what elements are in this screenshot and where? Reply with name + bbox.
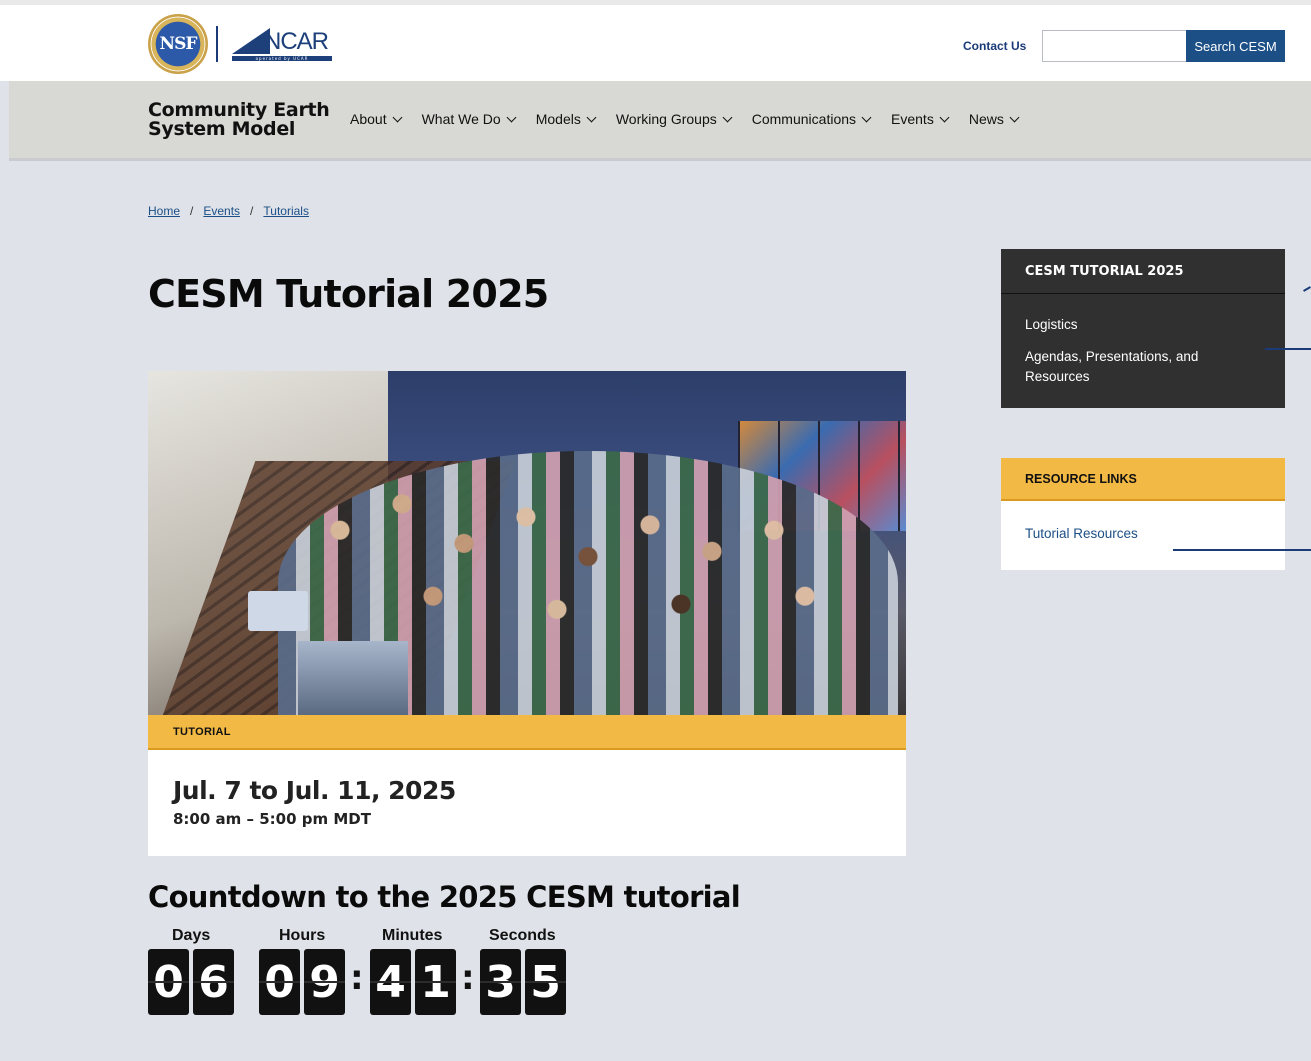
chevron-down-icon: [1009, 112, 1020, 122]
event-time: 8:00 am – 5:00 pm MDT: [173, 810, 371, 828]
breadcrumb-home[interactable]: Home: [148, 204, 180, 218]
nav-item-models[interactable]: Models: [536, 111, 597, 127]
decorative-line: [1265, 348, 1311, 350]
breadcrumb-tutorials[interactable]: Tutorials: [263, 204, 309, 218]
site-title[interactable]: Community Earth System Model: [148, 101, 330, 139]
countdown-colon: :: [461, 958, 475, 998]
countdown-label-days: Days: [172, 927, 211, 944]
decorative-line: [1303, 286, 1311, 292]
page-title: CESM Tutorial 2025: [148, 272, 549, 316]
search-button[interactable]: Search CESM: [1186, 30, 1285, 62]
nav-item-news[interactable]: News: [969, 111, 1020, 127]
countdown-digit: 0: [259, 949, 300, 1015]
nav-item-communications[interactable]: Communications: [752, 111, 872, 127]
resource-links-box: RESOURCE LINKS Tutorial Resources: [1001, 458, 1285, 570]
ncar-mark-icon: [232, 27, 270, 54]
main-nav: Community Earth System Model About What …: [9, 81, 1311, 161]
chevron-down-icon: [392, 112, 403, 122]
countdown-digit: 3: [480, 949, 521, 1015]
countdown-digit: 5: [525, 949, 566, 1015]
top-utility-bar: NSF NCAR operated by UCAR Contact Us Sea…: [0, 0, 1311, 81]
chevron-down-icon: [861, 112, 872, 122]
countdown-digit: 6: [193, 949, 234, 1015]
nav-item-events[interactable]: Events: [891, 111, 950, 127]
event-type-tag: TUTORIAL: [148, 715, 906, 750]
breadcrumb-events[interactable]: Events: [203, 204, 240, 218]
sidebar-link-agendas[interactable]: Agendas, Presentations, and Resources: [1025, 347, 1245, 387]
chevron-down-icon: [939, 112, 950, 122]
decorative-line: [1173, 549, 1311, 551]
breadcrumb-separator: /: [190, 204, 194, 218]
breadcrumb-separator: /: [250, 204, 254, 218]
ncar-logo[interactable]: NCAR operated by UCAR: [232, 27, 332, 61]
contact-us-link[interactable]: Contact Us: [963, 39, 1026, 53]
countdown-label-seconds: Seconds: [489, 927, 556, 944]
search-input[interactable]: [1042, 30, 1186, 62]
countdown-digit: 0: [148, 949, 189, 1015]
chevron-down-icon: [722, 112, 733, 122]
logo-group[interactable]: NSF NCAR operated by UCAR: [148, 13, 332, 75]
countdown-title: Countdown to the 2025 CESM tutorial: [148, 880, 741, 914]
group-photo: [148, 371, 906, 715]
countdown-label-hours: Hours: [279, 927, 326, 944]
chevron-down-icon: [586, 112, 597, 122]
nav-item-what-we-do[interactable]: What We Do: [422, 111, 517, 127]
event-date: Jul. 7 to Jul. 11, 2025: [173, 776, 456, 805]
countdown-label-minutes: Minutes: [382, 927, 443, 944]
resource-links-heading: RESOURCE LINKS: [1001, 458, 1285, 501]
tutorial-sidebar-nav: CESM TUTORIAL 2025 Logistics Agendas, Pr…: [1001, 249, 1285, 408]
logo-divider: [216, 26, 218, 62]
nav-menu: About What We Do Models Working Groups C…: [350, 111, 1039, 127]
countdown-colon: :: [350, 958, 364, 998]
sidebar-link-logistics[interactable]: Logistics: [1025, 315, 1245, 335]
sidebar-link-tutorial-resources[interactable]: Tutorial Resources: [1025, 526, 1138, 541]
chevron-down-icon: [506, 112, 517, 122]
event-card: TUTORIAL Jul. 7 to Jul. 11, 2025 8:00 am…: [148, 715, 906, 856]
nsf-logo[interactable]: NSF: [148, 14, 208, 74]
countdown-digit: 4: [370, 949, 411, 1015]
tutorial-sidebar-heading: CESM TUTORIAL 2025: [1001, 249, 1285, 294]
nav-item-working-groups[interactable]: Working Groups: [616, 111, 733, 127]
breadcrumb: Home / Events / Tutorials: [148, 204, 309, 218]
countdown-digit: 1: [415, 949, 456, 1015]
countdown-digit: 9: [304, 949, 345, 1015]
nav-item-about[interactable]: About: [350, 111, 403, 127]
